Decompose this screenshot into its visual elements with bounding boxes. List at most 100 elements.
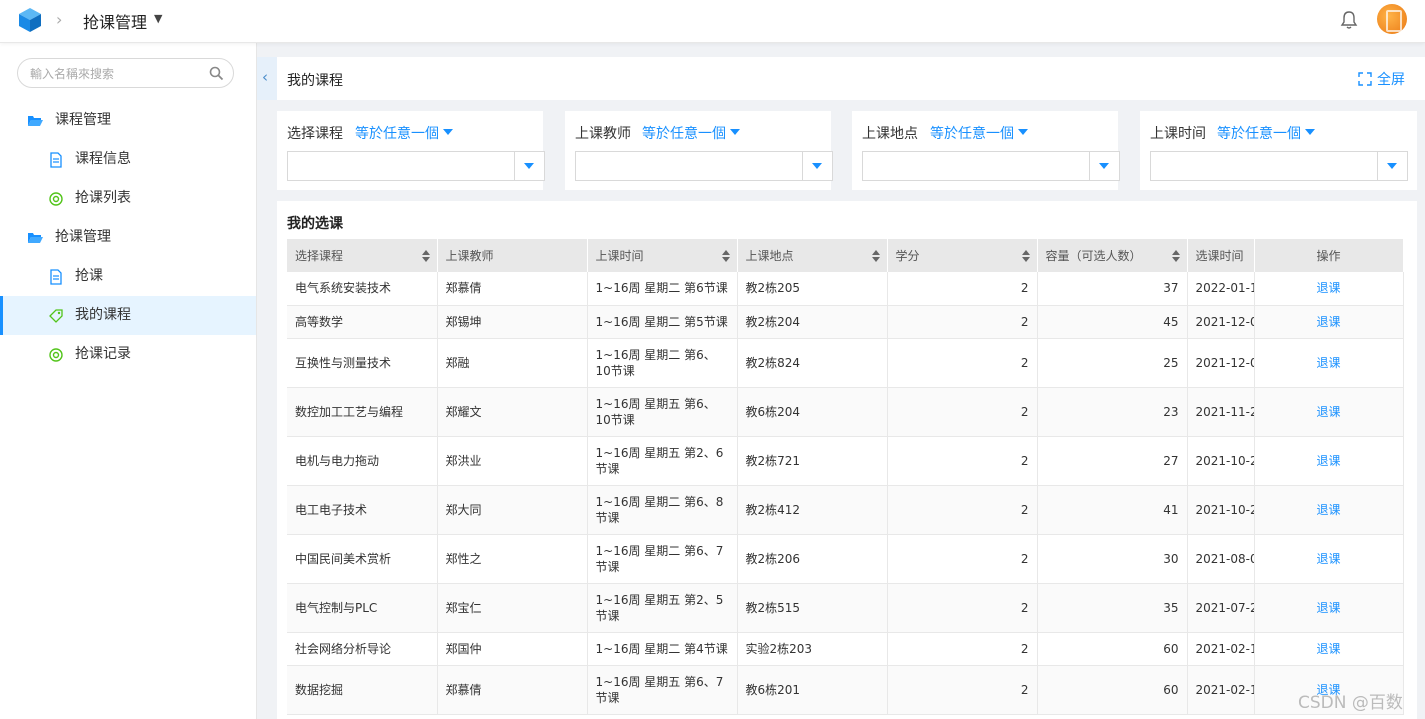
sort-icon[interactable] — [721, 250, 731, 262]
table-row: 中国民间美术赏析 郑性之 1~16周 星期二 第6、7节课 教2栋206 2 30 2021… — [287, 534, 1404, 584]
cell-selected-at: 2021-10-29 — [1187, 436, 1255, 486]
column-header-location[interactable]: 上课地点 — [737, 239, 888, 272]
column-header-teacher[interactable]: 上课教师 — [437, 239, 588, 272]
folder-open-icon — [28, 233, 43, 243]
collapse-sidebar-button[interactable]: ‹ — [257, 57, 277, 100]
sidebar-item-label: 我的课程 — [75, 307, 131, 323]
cell-teacher: 郑锡坤 — [437, 305, 588, 339]
cell-location: 教2栋412 — [737, 485, 888, 535]
sidebar-search — [17, 58, 234, 89]
column-header-selected-at[interactable]: 选课时间 — [1187, 239, 1255, 272]
fullscreen-button[interactable]: 全屏 — [1358, 69, 1405, 89]
drop-course-link[interactable]: 退课 — [1254, 305, 1404, 339]
bell-icon[interactable] — [1340, 10, 1358, 30]
cell-selected-at: 2022-01-11 — [1187, 272, 1255, 306]
column-header-credit[interactable]: 学分 — [887, 239, 1038, 272]
cell-teacher: 郑宝仁 — [437, 583, 588, 633]
sidebar-item-grab-records[interactable]: 抢课记录 — [0, 335, 256, 374]
document-icon — [50, 152, 62, 168]
filter-operator-dropdown[interactable]: 等於任意一個 — [642, 123, 740, 143]
caret-down-icon[interactable] — [1377, 152, 1407, 180]
folder-open-icon — [28, 116, 43, 126]
caret-down-icon[interactable]: ▼ — [154, 12, 162, 25]
cell-selected-at: 2021-02-18 — [1187, 632, 1255, 666]
sidebar-item-my-courses[interactable]: 我的课程 — [0, 296, 256, 335]
my-courses-card: 我的选课 选择课程 上课教师 上课时间 上课地点 学分 容量（可选人数） 选课时… — [277, 201, 1417, 719]
filter-location-select[interactable] — [862, 151, 1120, 181]
search-icon[interactable] — [209, 66, 224, 81]
cell-time: 1~16周 星期二 第5节课 — [587, 305, 738, 339]
caret-down-icon[interactable] — [1089, 152, 1119, 180]
filter-time-select[interactable] — [1150, 151, 1408, 181]
page-title: 我的课程 — [287, 73, 343, 89]
sidebar-item-label: 抢课列表 — [75, 190, 131, 206]
cell-credit: 2 — [887, 387, 1038, 437]
cell-credit: 2 — [887, 534, 1038, 584]
filter-course-select[interactable] — [287, 151, 545, 181]
cell-teacher: 郑性之 — [437, 534, 588, 584]
cell-capacity: 30 — [1037, 534, 1188, 584]
cell-capacity: 60 — [1037, 632, 1188, 666]
filter-operator-dropdown[interactable]: 等於任意一個 — [930, 123, 1028, 143]
cell-time: 1~16周 星期二 第6、8节课 — [587, 485, 738, 535]
cell-capacity: 27 — [1037, 436, 1188, 486]
cell-time: 1~16周 星期五 第2、6节课 — [587, 436, 738, 486]
drop-course-link[interactable]: 退课 — [1254, 338, 1404, 388]
sort-icon[interactable] — [1171, 250, 1181, 262]
filter-teacher-select[interactable] — [575, 151, 833, 181]
cell-course: 社会网络分析导论 — [287, 632, 438, 666]
cell-teacher: 郑慕倩 — [437, 665, 588, 715]
search-input[interactable] — [28, 59, 212, 89]
cell-location: 教2栋204 — [737, 305, 888, 339]
sort-icon[interactable] — [1021, 250, 1031, 262]
sort-icon[interactable] — [421, 250, 431, 262]
sidebar-item-grab[interactable]: 抢课 — [0, 257, 256, 296]
cell-time: 1~16周 星期二 第6、10节课 — [587, 338, 738, 388]
sidebar-item-grab-management[interactable]: 抢课管理 — [0, 218, 256, 257]
caret-down-icon[interactable] — [802, 152, 832, 180]
drop-course-link[interactable]: 退课 — [1254, 387, 1404, 437]
drop-course-link[interactable]: 退课 — [1254, 632, 1404, 666]
drop-course-link[interactable]: 退课 — [1254, 583, 1404, 633]
caret-down-icon[interactable] — [514, 152, 544, 180]
column-header-capacity[interactable]: 容量（可选人数） — [1037, 239, 1188, 272]
column-header-time[interactable]: 上课时间 — [587, 239, 738, 272]
filter-operator-dropdown[interactable]: 等於任意一個 — [355, 123, 453, 143]
cell-time: 1~16周 星期五 第2、5节课 — [587, 583, 738, 633]
cell-credit: 2 — [887, 272, 1038, 306]
filter-course: 选择课程 等於任意一個 — [277, 111, 545, 190]
table-row: 高等数学郑锡坤1~16周 星期二 第5节课教2栋2042452021-12-09… — [287, 305, 1404, 339]
sort-icon[interactable] — [871, 250, 881, 262]
app-title[interactable]: 抢课管理 — [83, 9, 147, 33]
filter-operator-dropdown[interactable]: 等於任意一個 — [1217, 123, 1315, 143]
page-header — [257, 57, 1425, 100]
sidebar-item-label: 抢课 — [75, 268, 103, 284]
cell-selected-at: 2021-12-09 — [1187, 305, 1255, 339]
cube-logo-icon[interactable] — [16, 6, 44, 34]
cell-location: 教2栋206 — [737, 534, 888, 584]
chevron-right-icon: › — [56, 10, 63, 29]
sidebar: 课程管理 课程信息 抢课列表 抢课管理 抢课 — [0, 43, 257, 719]
table-row: 互换性与测量技术 郑融 1~16周 星期二 第6、10节课 教2栋824 2 25 2021… — [287, 338, 1404, 388]
document-icon — [50, 269, 62, 285]
watermark: CSDN @百数 — [1298, 693, 1403, 713]
top-bar: › 抢课管理 ▼ — [0, 0, 1425, 43]
drop-course-link[interactable]: 退课 — [1254, 485, 1404, 535]
drop-course-link[interactable]: 退课 — [1254, 534, 1404, 584]
drop-course-link[interactable]: 退课 — [1254, 436, 1404, 486]
cell-credit: 2 — [887, 305, 1038, 339]
sidebar-item-grab-list[interactable]: 抢课列表 — [0, 179, 256, 218]
drop-course-link[interactable]: 退课 — [1254, 272, 1404, 306]
sidebar-item-course-info[interactable]: 课程信息 — [0, 140, 256, 179]
cell-location: 教2栋824 — [737, 338, 888, 388]
table-row: 数控加工工艺与编程 郑耀文 1~16周 星期五 第6、10节课 教6栋204 2 23 20… — [287, 387, 1404, 437]
cell-course: 中国民间美术赏析 — [287, 534, 438, 584]
sidebar-item-course-management[interactable]: 课程管理 — [0, 101, 256, 140]
cell-teacher: 郑国仲 — [437, 632, 588, 666]
column-header-course[interactable]: 选择课程 — [287, 239, 438, 272]
table-row: 电工电子技术 郑大同 1~16周 星期二 第6、8节课 教2栋412 2 41 2021-1… — [287, 485, 1404, 535]
cell-capacity: 37 — [1037, 272, 1188, 306]
filter-label: 上课时间 — [1150, 126, 1206, 142]
filter-label: 选择课程 — [287, 126, 343, 142]
avatar[interactable] — [1377, 4, 1407, 34]
